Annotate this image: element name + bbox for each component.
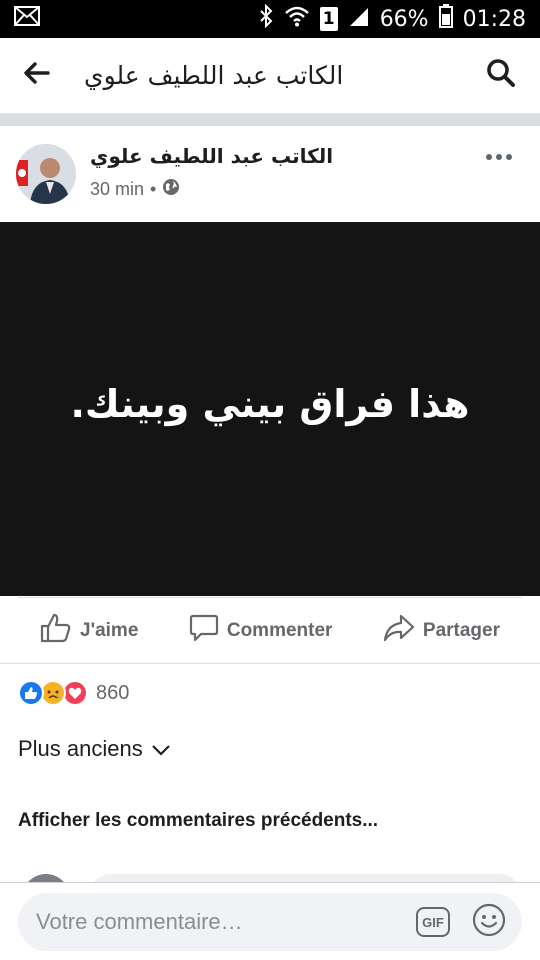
reaction-count: 860 xyxy=(96,681,130,704)
comment-composer-bar: GIF xyxy=(0,882,540,960)
comment-icon xyxy=(189,614,219,648)
chevron-down-icon xyxy=(151,736,171,762)
thumbs-up-icon xyxy=(40,613,72,649)
comment-input[interactable] xyxy=(36,909,396,935)
comment-composer: GIF xyxy=(18,893,522,951)
gif-button[interactable]: GIF xyxy=(416,907,450,937)
share-icon xyxy=(383,614,415,648)
post-header: الكاتب عبد اللطيف علوي 30 min • xyxy=(0,126,540,222)
post-actions: J'aime Commenter Partager xyxy=(18,597,522,663)
post-time: 30 min xyxy=(90,179,145,199)
battery-level: 66% xyxy=(379,6,429,32)
back-arrow-icon[interactable] xyxy=(24,62,50,89)
avatar[interactable] xyxy=(16,144,76,204)
mail-icon xyxy=(14,6,40,32)
signal-icon xyxy=(348,5,370,33)
post-content: هذا فراق بيني وبينك. xyxy=(0,222,540,596)
share-button[interactable]: Partager xyxy=(383,614,500,648)
clock: 01:28 xyxy=(462,6,526,32)
bluetooth-icon xyxy=(258,3,274,34)
actions-divider xyxy=(0,663,540,664)
app-header: الكاتب عبد اللطيف علوي xyxy=(0,38,540,114)
comment-button[interactable]: Commenter xyxy=(189,614,333,648)
meta-separator: • xyxy=(150,179,157,199)
more-options-icon[interactable] xyxy=(486,148,512,166)
post-text: هذا فراق بيني وبينك. xyxy=(70,382,470,426)
wifi-icon xyxy=(284,5,310,33)
sim-icon: 1 xyxy=(319,7,338,31)
page-title: الكاتب عبد اللطيف علوي xyxy=(84,61,344,90)
comment-sort-dropdown[interactable]: Plus anciens xyxy=(18,736,171,762)
comment-label: Commenter xyxy=(226,619,333,641)
sort-label: Plus anciens xyxy=(18,736,143,761)
reactions-summary[interactable]: 860 xyxy=(18,680,129,706)
status-bar: 1 66% 01:28 xyxy=(0,0,540,38)
like-reaction-icon xyxy=(18,680,44,706)
emoji-icon[interactable] xyxy=(472,903,506,942)
share-label: Partager xyxy=(422,619,500,641)
post-author[interactable]: الكاتب عبد اللطيف علوي xyxy=(90,144,333,168)
previous-comments-link[interactable]: Afficher les commentaires précédents... xyxy=(18,810,378,832)
search-icon[interactable] xyxy=(486,58,516,93)
like-button[interactable]: J'aime xyxy=(40,613,138,649)
battery-icon xyxy=(438,4,453,34)
section-divider xyxy=(0,114,540,126)
globe-icon xyxy=(162,178,180,201)
post-meta: 30 min • xyxy=(90,178,180,201)
like-label: J'aime xyxy=(80,619,139,641)
